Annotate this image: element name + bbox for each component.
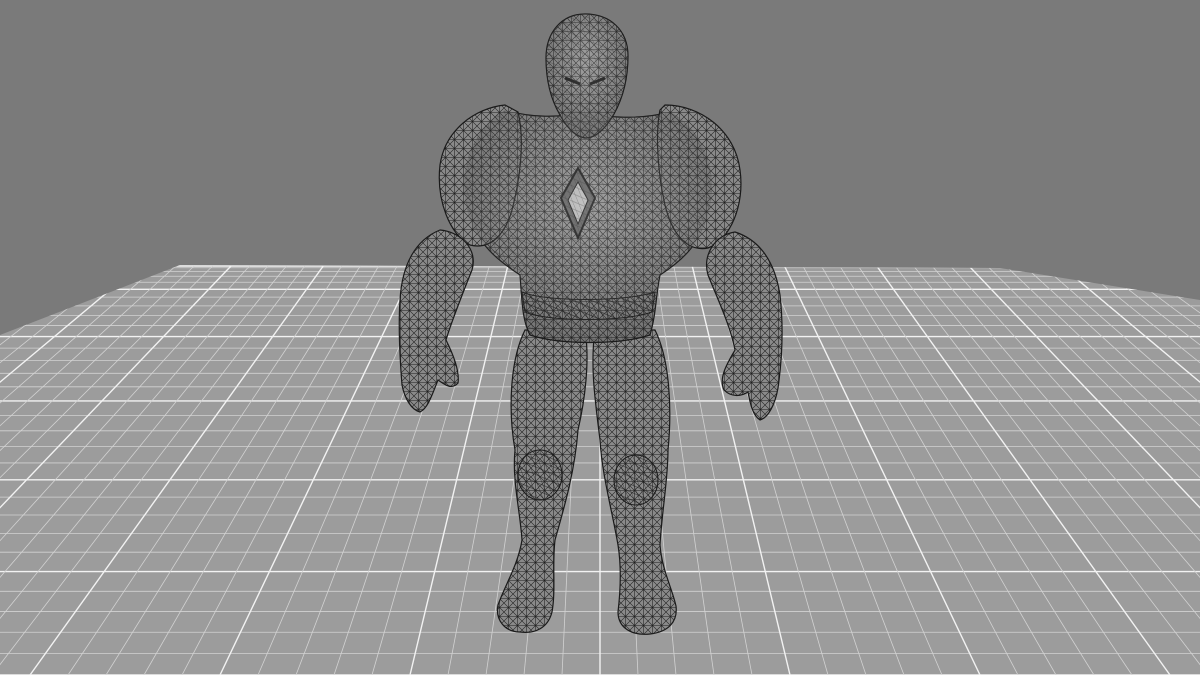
- right-knee: [613, 454, 659, 506]
- left-knee: [517, 449, 563, 501]
- 3d-viewport[interactable]: [0, 0, 1200, 675]
